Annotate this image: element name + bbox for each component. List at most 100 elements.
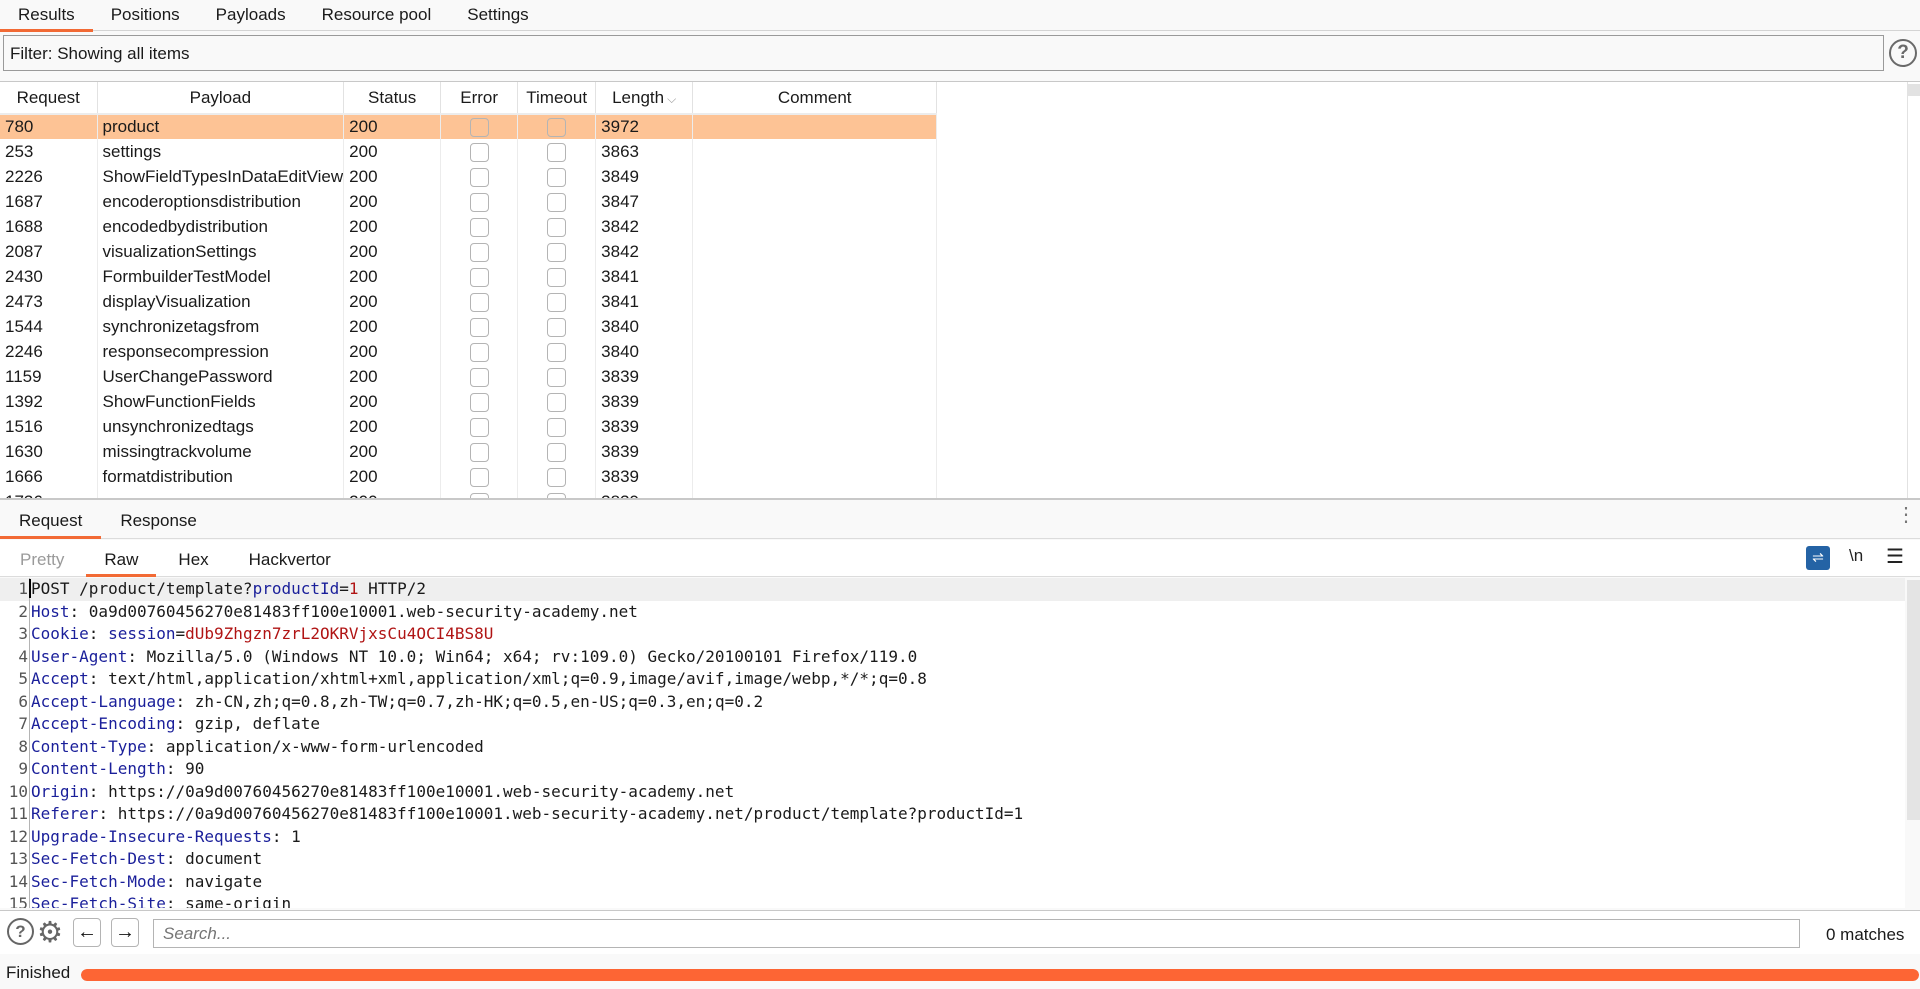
cell-comment[interactable] (692, 439, 938, 464)
table-row[interactable]: 2246 responsecompression 200 3840 (0, 339, 938, 364)
cell-comment[interactable] (692, 289, 938, 314)
cell-comment[interactable] (692, 389, 938, 414)
cell-comment[interactable] (692, 464, 938, 489)
error-checkbox[interactable] (469, 342, 489, 362)
column-header-comment[interactable]: Comment (692, 82, 938, 115)
editor-menu-icon[interactable]: ☰ (1886, 544, 1904, 569)
cell-comment[interactable] (692, 314, 938, 339)
table-row[interactable]: 253 settings 200 3863 (0, 139, 938, 164)
table-scrollbar-thumb[interactable] (1908, 84, 1920, 96)
table-row[interactable]: 1688 encodedbydistribution 200 3842 (0, 214, 938, 239)
view-tab-hex[interactable]: Hex (158, 540, 228, 576)
tab-positions[interactable]: Positions (93, 0, 198, 31)
timeout-checkbox[interactable] (547, 442, 567, 462)
column-header-status[interactable]: Status (343, 82, 442, 115)
previous-match-button[interactable]: ← (73, 918, 101, 947)
tab-resource-pool[interactable]: Resource pool (304, 0, 450, 31)
view-tab-hackvertor[interactable]: Hackvertor (229, 540, 351, 576)
table-row[interactable]: 1666 formatdistribution 200 3839 (0, 464, 938, 489)
editor-line: 7 Accept-Encoding: gzip, deflate (0, 713, 1905, 736)
error-checkbox[interactable] (469, 367, 489, 387)
table-row[interactable]: 2473 displayVisualization 200 3841 (0, 289, 938, 314)
tab-payloads[interactable]: Payloads (198, 0, 304, 31)
timeout-checkbox[interactable] (547, 467, 567, 487)
filter-help-icon[interactable]: ? (1889, 39, 1917, 67)
request-editor[interactable]: 1 POST /product/template?productId=1 HTTP… (0, 578, 1905, 908)
timeout-checkbox[interactable] (547, 367, 567, 387)
more-options-icon[interactable]: ⋮ (1896, 505, 1916, 525)
table-row[interactable]: 1516 unsynchronizedtags 200 3839 (0, 414, 938, 439)
help-icon[interactable]: ? (7, 918, 34, 945)
error-checkbox[interactable] (469, 492, 489, 498)
table-scrollbar[interactable] (1907, 82, 1920, 498)
filter-bar[interactable]: Filter: Showing all items (3, 35, 1884, 71)
timeout-checkbox[interactable] (547, 118, 567, 137)
cell-comment[interactable] (692, 264, 938, 289)
timeout-checkbox[interactable] (547, 392, 567, 412)
error-checkbox[interactable] (469, 192, 489, 212)
cell-comment[interactable] (692, 414, 938, 439)
timeout-checkbox[interactable] (547, 492, 567, 498)
error-checkbox[interactable] (469, 267, 489, 287)
tab-request[interactable]: Request (0, 502, 102, 539)
cell-payload: ShowFunctionFields (97, 389, 345, 414)
error-checkbox[interactable] (469, 442, 489, 462)
column-header-error[interactable]: Error (440, 82, 519, 115)
search-input[interactable] (153, 919, 1800, 948)
column-header-timeout[interactable]: Timeout (517, 82, 597, 115)
cell-comment[interactable] (692, 164, 938, 189)
cell-comment[interactable] (692, 239, 938, 264)
column-header-length[interactable]: Length ⌵ (595, 82, 694, 115)
table-row[interactable]: 780 product 200 3972 (0, 114, 938, 139)
cell-comment[interactable] (692, 114, 938, 139)
view-tab-raw[interactable]: Raw (84, 540, 158, 577)
editor-scrollbar[interactable] (1907, 580, 1920, 820)
show-newlines-button[interactable]: \n (1849, 546, 1863, 566)
column-header-payload[interactable]: Payload (97, 82, 345, 115)
table-row[interactable]: 1159 UserChangePassword 200 3839 (0, 364, 938, 389)
timeout-checkbox[interactable] (547, 242, 567, 262)
cell-comment[interactable] (692, 364, 938, 389)
tab-settings[interactable]: Settings (449, 0, 546, 31)
error-checkbox[interactable] (469, 217, 489, 237)
table-row[interactable]: 1544 synchronizetagsfrom 200 3840 (0, 314, 938, 339)
table-row[interactable]: 1687 encoderoptionsdistribution 200 3847 (0, 189, 938, 214)
timeout-checkbox[interactable] (547, 217, 567, 237)
timeout-checkbox[interactable] (547, 417, 567, 437)
view-tab-pretty[interactable]: Pretty (0, 540, 84, 576)
column-header-request[interactable]: Request (0, 82, 98, 115)
table-row[interactable]: 2087 visualizationSettings 200 3842 (0, 239, 938, 264)
error-checkbox[interactable] (469, 242, 489, 262)
cell-comment[interactable] (692, 189, 938, 214)
timeout-checkbox[interactable] (547, 317, 567, 337)
table-row[interactable]: 1736…200 3839 (0, 489, 938, 498)
cell-comment[interactable] (692, 139, 938, 164)
gear-icon[interactable]: ⚙ (37, 915, 63, 950)
timeout-checkbox[interactable] (547, 292, 567, 312)
timeout-checkbox[interactable] (547, 267, 567, 287)
timeout-checkbox[interactable] (547, 142, 567, 162)
error-checkbox[interactable] (469, 417, 489, 437)
word-wrap-icon[interactable]: ⇌ (1806, 546, 1830, 570)
timeout-checkbox[interactable] (547, 342, 567, 362)
cell-comment[interactable] (692, 339, 938, 364)
next-match-button[interactable]: → (111, 918, 139, 947)
cell-comment[interactable] (692, 214, 938, 239)
error-checkbox[interactable] (469, 167, 489, 187)
table-row[interactable]: 2226 ShowFieldTypesInDataEditView 200 3849 (0, 164, 938, 189)
error-checkbox[interactable] (469, 292, 489, 312)
table-row[interactable]: 1630 missingtrackvolume 200 3839 (0, 439, 938, 464)
table-row[interactable]: 2430 FormbuilderTestModel 200 3841 (0, 264, 938, 289)
error-checkbox[interactable] (469, 392, 489, 412)
tab-results[interactable]: Results (0, 0, 93, 32)
error-checkbox[interactable] (469, 142, 489, 162)
cell-comment[interactable] (692, 489, 938, 498)
error-checkbox[interactable] (469, 118, 489, 137)
timeout-checkbox[interactable] (547, 167, 567, 187)
tab-response[interactable]: Response (101, 502, 216, 538)
error-checkbox[interactable] (469, 317, 489, 337)
cell-length: 3839 (595, 439, 694, 464)
error-checkbox[interactable] (469, 467, 489, 487)
timeout-checkbox[interactable] (547, 192, 567, 212)
table-row[interactable]: 1392 ShowFunctionFields 200 3839 (0, 389, 938, 414)
